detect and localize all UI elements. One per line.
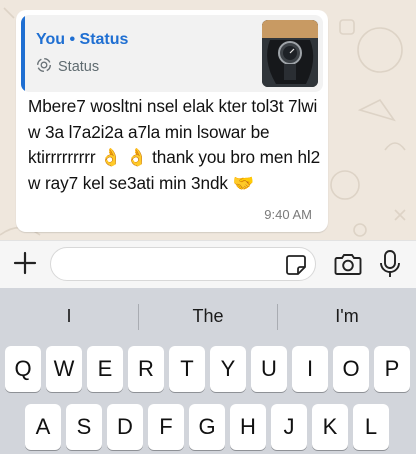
key-o[interactable]: O — [333, 346, 369, 392]
camera-icon[interactable] — [334, 251, 362, 277]
mic-icon[interactable] — [379, 249, 401, 279]
quote-subtitle-row: Status — [36, 57, 99, 77]
message-timestamp: 9:40 AM — [264, 207, 312, 222]
key-j[interactable]: J — [271, 404, 307, 450]
key-a[interactable]: A — [25, 404, 61, 450]
key-w[interactable]: W — [46, 346, 82, 392]
key-p[interactable]: P — [374, 346, 410, 392]
message-input[interactable] — [50, 247, 316, 281]
predictive-suggestions: I The I'm — [0, 288, 416, 344]
key-e[interactable]: E — [87, 346, 123, 392]
key-r[interactable]: R — [128, 346, 164, 392]
key-g[interactable]: G — [189, 404, 225, 450]
key-i[interactable]: I — [292, 346, 328, 392]
key-t[interactable]: T — [169, 346, 205, 392]
message-input-bar — [0, 240, 416, 288]
key-k[interactable]: K — [312, 404, 348, 450]
key-l[interactable]: L — [353, 404, 389, 450]
status-thumbnail — [262, 20, 318, 87]
key-f[interactable]: F — [148, 404, 184, 450]
quote-accent-bar — [21, 15, 25, 92]
key-d[interactable]: D — [107, 404, 143, 450]
quote-subtitle: Status — [58, 59, 100, 75]
keyboard: I The I'm Q W E R T Y U I O P A S D F G … — [0, 288, 416, 454]
suggestion-1[interactable]: I — [0, 306, 138, 327]
key-s[interactable]: S — [66, 404, 102, 450]
suggestion-2[interactable]: The — [139, 306, 277, 327]
key-u[interactable]: U — [251, 346, 287, 392]
sticker-icon[interactable] — [285, 254, 307, 276]
suggestion-3[interactable]: I'm — [278, 306, 416, 327]
message-text: Mbere7 wosltni nsel elak kter tol3t 7lwi… — [28, 96, 321, 193]
plus-icon[interactable] — [12, 250, 38, 276]
quote-title: You • Status — [36, 31, 129, 48]
status-icon — [36, 57, 52, 77]
key-h[interactable]: H — [230, 404, 266, 450]
quoted-status-reply[interactable]: You • Status Status — [21, 15, 323, 92]
key-y[interactable]: Y — [210, 346, 246, 392]
key-q[interactable]: Q — [5, 346, 41, 392]
message-bubble[interactable]: You • Status Status Mbere7 wosltni nsel … — [16, 10, 328, 232]
